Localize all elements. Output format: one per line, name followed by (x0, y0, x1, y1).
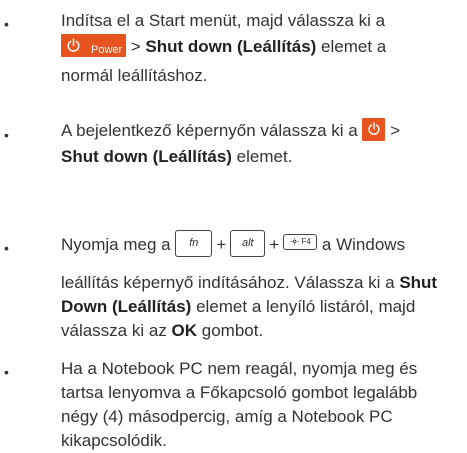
bullet: • (4, 240, 9, 256)
f4-key: F4 (283, 233, 318, 250)
bullet: • (4, 127, 9, 143)
alt-key: alt (230, 230, 266, 257)
plus-sign: + (216, 234, 227, 254)
power-icon (368, 122, 381, 135)
brightness-icon (289, 237, 299, 246)
item4-line4: kikapcsolódik. (61, 431, 167, 450)
item2-line1: A bejelentkező képernyőn válassza ki a > (61, 118, 400, 143)
item3-line2: leállítás képernyő indításához. Válassza… (61, 273, 438, 292)
item3-line3: Down (Leállítás) elemet a lenyíló listár… (61, 297, 416, 316)
bullet: • (4, 364, 9, 380)
bullet: • (4, 16, 9, 32)
item1-line2: Power > Shut down (Leállítás) elemet a (61, 34, 386, 59)
item3-line1: Nyomja meg a fn + alt + F4 a Windows (61, 230, 405, 259)
item3-line4: válassza ki az OK gombot. (61, 321, 264, 340)
plus-sign: + (269, 234, 280, 254)
power-button-tile: Power (61, 34, 126, 58)
item4-line2: tartsa lenyomva a Főkapcsoló gombot lega… (61, 383, 418, 402)
power-icon (67, 38, 80, 52)
item1-line3: normál leállításhoz. (61, 66, 208, 85)
item2-line2: Shut down (Leállítás) elemet. (61, 147, 293, 166)
shut-down-bold: Shut down (Leállítás) (145, 37, 317, 56)
fn-key: fn (175, 230, 213, 257)
item1-line1: Indítsa el a Start menüt, majd válassza … (61, 11, 386, 30)
power-label: Power (91, 44, 123, 57)
item4-line1: Ha a Notebook PC nem reagál, nyomja meg … (61, 359, 418, 378)
power-button-tile-small (362, 118, 386, 142)
item4-line3: négy (4) másodpercig, amíg a Notebook PC (61, 407, 393, 426)
